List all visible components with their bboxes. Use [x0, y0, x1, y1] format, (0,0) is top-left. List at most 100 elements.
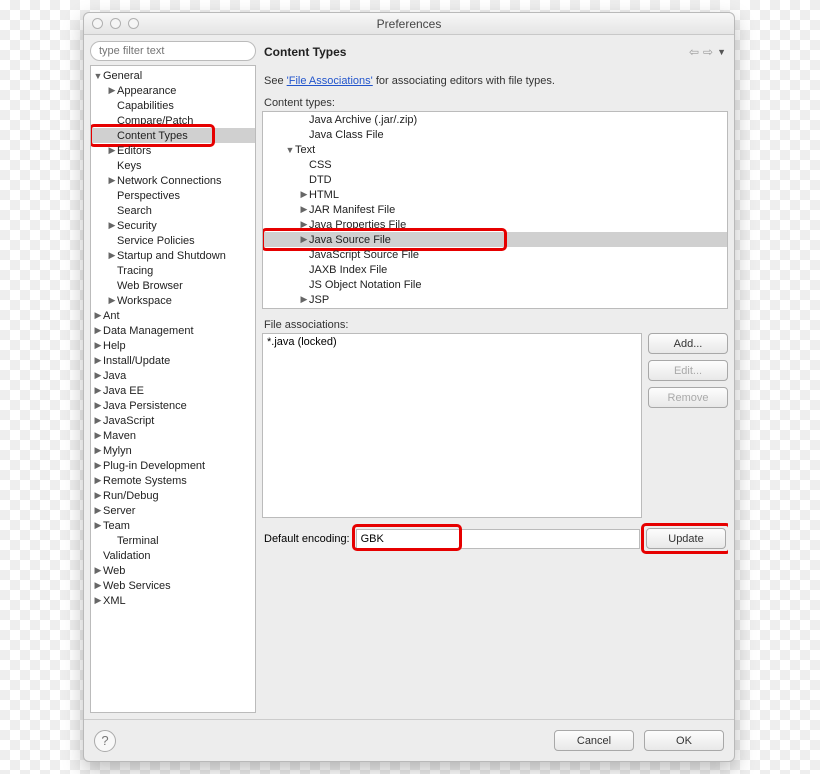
tree-item[interactable]: Service Policies	[91, 233, 255, 248]
tree-item[interactable]: Tracing	[91, 263, 255, 278]
disclosure-arrow-icon[interactable]	[107, 175, 117, 186]
tree-item[interactable]: Java Archive (.jar/.zip)	[263, 112, 727, 127]
edit-button[interactable]: Edit...	[648, 360, 728, 381]
tree-item[interactable]: Mylyn	[91, 443, 255, 458]
tree-item[interactable]: Startup and Shutdown	[91, 248, 255, 263]
tree-item[interactable]: Terminal	[91, 533, 255, 548]
disclosure-arrow-icon[interactable]	[299, 219, 309, 230]
help-icon[interactable]: ?	[94, 730, 116, 752]
tree-item[interactable]: Perspectives	[91, 188, 255, 203]
ok-button[interactable]: OK	[644, 730, 724, 751]
encoding-input[interactable]	[356, 529, 640, 549]
preferences-tree[interactable]: GeneralAppearanceCapabilitiesCompare/Pat…	[90, 65, 256, 713]
cancel-button[interactable]: Cancel	[554, 730, 634, 751]
tree-item[interactable]: Java	[91, 368, 255, 383]
disclosure-arrow-icon[interactable]	[93, 445, 103, 456]
disclosure-arrow-icon[interactable]	[93, 385, 103, 396]
tree-item[interactable]: Java Properties File	[263, 217, 727, 232]
tree-item[interactable]: Remote Systems	[91, 473, 255, 488]
tree-item[interactable]: HTML	[263, 187, 727, 202]
tree-item[interactable]: Validation	[91, 548, 255, 563]
tree-item-label: Web Browser	[117, 280, 183, 292]
disclosure-arrow-icon[interactable]	[299, 204, 309, 215]
disclosure-arrow-icon[interactable]	[93, 325, 103, 336]
disclosure-arrow-icon[interactable]	[93, 490, 103, 501]
tree-item[interactable]: JSP	[263, 292, 727, 307]
disclosure-arrow-icon[interactable]	[93, 520, 103, 531]
tree-item[interactable]: Text	[263, 142, 727, 157]
disclosure-arrow-icon[interactable]	[93, 595, 103, 606]
disclosure-arrow-icon[interactable]	[93, 430, 103, 441]
disclosure-arrow-icon[interactable]	[107, 145, 117, 156]
forward-icon[interactable]: ⇨	[703, 45, 713, 59]
tree-item[interactable]: Java Source File	[263, 232, 727, 247]
tree-item[interactable]: Maven	[91, 428, 255, 443]
disclosure-arrow-icon[interactable]	[93, 475, 103, 486]
update-button[interactable]: Update	[646, 528, 726, 549]
tree-item[interactable]: Web Browser	[91, 278, 255, 293]
tree-item[interactable]: Workspace	[91, 293, 255, 308]
tree-item[interactable]: Network Connections	[91, 173, 255, 188]
disclosure-arrow-icon[interactable]	[93, 400, 103, 411]
tree-item[interactable]: Appearance	[91, 83, 255, 98]
tree-item[interactable]: Search	[91, 203, 255, 218]
tree-item[interactable]: Compare/Patch	[91, 113, 255, 128]
add-button[interactable]: Add...	[648, 333, 728, 354]
disclosure-arrow-icon[interactable]	[299, 189, 309, 200]
disclosure-arrow-icon[interactable]	[107, 295, 117, 306]
tree-item[interactable]: Capabilities	[91, 98, 255, 113]
disclosure-arrow-icon[interactable]	[93, 370, 103, 381]
disclosure-arrow-icon[interactable]	[93, 355, 103, 366]
tree-item[interactable]: Java EE	[91, 383, 255, 398]
file-associations-link[interactable]: 'File Associations'	[287, 75, 373, 87]
disclosure-arrow-icon[interactable]	[93, 71, 103, 81]
tree-item[interactable]: JAXB Index File	[263, 262, 727, 277]
disclosure-arrow-icon[interactable]	[107, 85, 117, 96]
content-types-tree[interactable]: Java Archive (.jar/.zip)Java Class FileT…	[262, 111, 728, 309]
disclosure-arrow-icon[interactable]	[93, 505, 103, 516]
disclosure-arrow-icon[interactable]	[285, 145, 295, 155]
file-association-item[interactable]: *.java (locked)	[267, 336, 637, 348]
tree-item[interactable]: CSS	[263, 157, 727, 172]
file-associations-list[interactable]: *.java (locked)	[262, 333, 642, 518]
tree-item[interactable]: JavaScript	[91, 413, 255, 428]
tree-item[interactable]: Team	[91, 518, 255, 533]
tree-item[interactable]: Java Class File	[263, 127, 727, 142]
filter-input[interactable]	[90, 41, 256, 61]
tree-item[interactable]: Security	[91, 218, 255, 233]
tree-item[interactable]: Content Types	[91, 128, 255, 143]
file-associations-label: File associations:	[262, 319, 728, 331]
tree-item[interactable]: Ant	[91, 308, 255, 323]
tree-item[interactable]: Install/Update	[91, 353, 255, 368]
tree-item[interactable]: DTD	[263, 172, 727, 187]
tree-item[interactable]: Plug-in Development	[91, 458, 255, 473]
tree-item[interactable]: JS Object Notation File	[263, 277, 727, 292]
tree-item[interactable]: XML	[91, 593, 255, 608]
disclosure-arrow-icon[interactable]	[107, 220, 117, 231]
disclosure-arrow-icon[interactable]	[93, 310, 103, 321]
disclosure-arrow-icon[interactable]	[107, 250, 117, 261]
disclosure-arrow-icon[interactable]	[299, 294, 309, 305]
tree-item[interactable]: Web Services	[91, 578, 255, 593]
tree-item[interactable]: JavaScript Source File	[263, 247, 727, 262]
tree-item[interactable]: JAR Manifest File	[263, 202, 727, 217]
tree-item[interactable]: Run/Debug	[91, 488, 255, 503]
tree-item[interactable]: Keys	[91, 158, 255, 173]
disclosure-arrow-icon[interactable]	[93, 580, 103, 591]
tree-item[interactable]: Server	[91, 503, 255, 518]
tree-item[interactable]: Web	[91, 563, 255, 578]
disclosure-arrow-icon[interactable]	[93, 565, 103, 576]
tree-item[interactable]: Refactoring History File	[263, 307, 727, 309]
disclosure-arrow-icon[interactable]	[299, 234, 309, 245]
menu-icon[interactable]: ▼	[717, 47, 726, 57]
tree-item[interactable]: Data Management	[91, 323, 255, 338]
disclosure-arrow-icon[interactable]	[93, 460, 103, 471]
remove-button[interactable]: Remove	[648, 387, 728, 408]
disclosure-arrow-icon[interactable]	[93, 340, 103, 351]
disclosure-arrow-icon[interactable]	[93, 415, 103, 426]
tree-item[interactable]: Help	[91, 338, 255, 353]
tree-item[interactable]: General	[91, 68, 255, 83]
back-icon[interactable]: ⇦	[689, 45, 699, 59]
tree-item[interactable]: Java Persistence	[91, 398, 255, 413]
tree-item[interactable]: Editors	[91, 143, 255, 158]
